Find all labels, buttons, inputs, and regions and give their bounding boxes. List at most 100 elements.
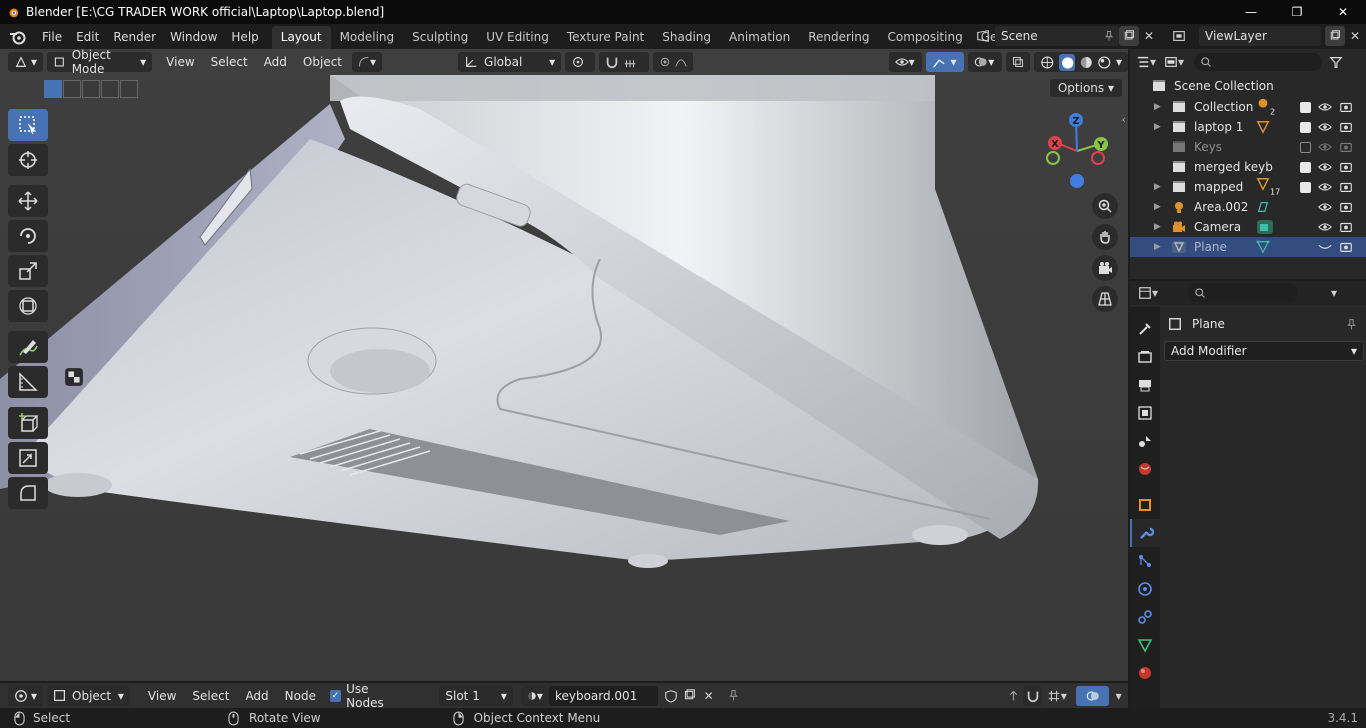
outliner-row-laptop[interactable]: ▶ laptop 1	[1130, 117, 1366, 137]
orientation-dropdown[interactable]: Global ▾	[458, 52, 562, 72]
snap-element-icon[interactable]: ▾	[1042, 686, 1072, 706]
eye-icon[interactable]	[1318, 100, 1332, 114]
maximize-button[interactable]: ❐	[1274, 0, 1320, 24]
scene-collection-row[interactable]: Scene Collection	[1130, 75, 1366, 97]
tool-transform[interactable]	[8, 290, 48, 322]
view-layer-name-field[interactable]: ViewLayer	[1199, 25, 1321, 46]
eye-icon[interactable]	[1318, 200, 1332, 214]
shader-menu-select[interactable]: Select	[184, 689, 237, 703]
tab-render[interactable]	[1130, 343, 1160, 371]
zoom-button[interactable]	[1092, 193, 1118, 219]
outliner-row-plane[interactable]: ▶ Plane	[1130, 237, 1366, 257]
tab-compositing[interactable]: Compositing	[878, 26, 971, 49]
tab-tool[interactable]	[1130, 315, 1160, 343]
viewport-menu-select[interactable]: Select	[203, 55, 256, 69]
overlays-button[interactable]: ▾	[968, 52, 1003, 72]
exclude-checkbox[interactable]	[1300, 101, 1311, 113]
eye-icon[interactable]	[1318, 160, 1332, 174]
tool-select-box[interactable]	[8, 109, 48, 141]
display-mode-button[interactable]: ▾	[1164, 52, 1184, 72]
tool-scale-cage[interactable]	[8, 442, 48, 474]
render-camera-icon[interactable]	[1339, 200, 1353, 214]
tool-cursor[interactable]	[8, 144, 48, 176]
menu-file[interactable]: File	[35, 26, 69, 48]
select-intersect-icon[interactable]	[120, 80, 138, 98]
options-dropdown[interactable]: Options ▾	[1049, 79, 1122, 97]
select-invert-icon[interactable]	[101, 80, 119, 98]
material-name-field[interactable]: keyboard.001	[548, 685, 658, 706]
pivot-point-button[interactable]	[565, 52, 595, 72]
select-extend-icon[interactable]	[63, 80, 81, 98]
minimize-button[interactable]: —	[1228, 0, 1274, 24]
outliner-editor-type-button[interactable]: ▾	[1136, 52, 1156, 72]
visibility-button[interactable]: ▾	[888, 52, 923, 72]
outliner-row-area[interactable]: ▶ Area.002	[1130, 197, 1366, 217]
tab-texture-paint[interactable]: Texture Paint	[558, 26, 653, 49]
snap-behavior-button[interactable]: ▾	[352, 52, 383, 72]
render-camera-icon[interactable]	[1339, 240, 1353, 254]
exclude-checkbox[interactable]	[1300, 161, 1311, 173]
shader-menu-node[interactable]: Node	[277, 689, 324, 703]
tool-shear[interactable]	[8, 477, 48, 509]
new-scene-icon[interactable]	[1119, 25, 1139, 46]
menu-window[interactable]: Window	[163, 26, 224, 48]
overlay-options-icon[interactable]: ▾	[1109, 686, 1128, 706]
exclude-checkbox[interactable]	[1300, 141, 1311, 153]
proportional-edit-button[interactable]	[652, 52, 693, 72]
menu-edit[interactable]: Edit	[69, 26, 106, 48]
delete-view-layer-icon[interactable]: ✕	[1345, 26, 1365, 46]
tab-world[interactable]	[1130, 455, 1160, 483]
tab-modeling[interactable]: Modeling	[331, 26, 404, 49]
parent-node-tree-icon[interactable]	[1005, 686, 1024, 706]
gizmo-neg-z-handle[interactable]	[1070, 174, 1084, 188]
outliner-row-collection[interactable]: ▶ Collection 2	[1130, 97, 1366, 117]
outliner-row-camera[interactable]: ▶ Camera	[1130, 217, 1366, 237]
gizmo-neg-x-handle[interactable]	[1091, 151, 1105, 165]
shader-editor-type-button[interactable]: ▾	[8, 685, 44, 706]
fake-user-icon[interactable]	[662, 686, 681, 706]
eye-hidden-icon[interactable]	[1318, 240, 1332, 254]
filter-button[interactable]	[1326, 52, 1346, 72]
tab-rendering[interactable]: Rendering	[799, 26, 878, 49]
pin-icon[interactable]	[1345, 318, 1358, 331]
properties-options-icon[interactable]: ▾	[1324, 283, 1344, 303]
exclude-checkbox[interactable]	[1300, 121, 1311, 133]
expand-arrow-icon[interactable]: ▶	[1154, 102, 1161, 112]
render-camera-icon[interactable]	[1339, 140, 1353, 154]
view-layer-icon[interactable]	[1169, 26, 1189, 46]
viewport-menu-object[interactable]: Object	[295, 55, 350, 69]
perspective-toggle-button[interactable]	[1092, 286, 1118, 312]
outliner-row-mapped[interactable]: ▶ mapped 17	[1130, 177, 1366, 197]
viewport-menu-view[interactable]: View	[158, 55, 202, 69]
rendered-shading-icon[interactable]	[1097, 55, 1112, 70]
tab-output[interactable]	[1130, 371, 1160, 399]
tab-object[interactable]	[1130, 491, 1160, 519]
shader-menu-view[interactable]: View	[140, 689, 184, 703]
tool-add-cube[interactable]	[8, 407, 48, 439]
expand-arrow-icon[interactable]: ▶	[1154, 122, 1161, 132]
editor-type-button[interactable]: ▾	[8, 52, 44, 72]
tool-move[interactable]	[8, 185, 48, 217]
render-camera-icon[interactable]	[1339, 100, 1353, 114]
tab-particles[interactable]	[1130, 547, 1160, 575]
tab-material[interactable]	[1130, 659, 1160, 687]
gizmo-toggle-button[interactable]: ▾	[926, 52, 965, 72]
eye-icon[interactable]	[1318, 120, 1332, 134]
tab-data[interactable]	[1130, 631, 1160, 659]
render-camera-icon[interactable]	[1339, 120, 1353, 134]
expand-arrow-icon[interactable]: ▶	[1154, 242, 1161, 252]
tab-view-layer[interactable]	[1130, 399, 1160, 427]
use-nodes-toggle[interactable]: ✓ Use Nodes	[330, 682, 405, 710]
render-camera-icon[interactable]	[1339, 220, 1353, 234]
navigation-gizmo[interactable]: X Y Z	[1040, 109, 1120, 199]
eye-icon[interactable]	[1318, 220, 1332, 234]
duplicate-material-icon[interactable]	[681, 686, 700, 706]
render-camera-icon[interactable]	[1339, 160, 1353, 174]
wireframe-shading-icon[interactable]	[1040, 55, 1055, 70]
tab-sculpting[interactable]: Sculpting	[403, 26, 477, 49]
use-nodes-checkbox[interactable]: ✓	[330, 689, 342, 702]
properties-editor-type-button[interactable]: ▾	[1138, 283, 1158, 303]
snap-toggle-icon[interactable]	[1023, 685, 1042, 706]
shader-type-dropdown[interactable]: Object ▾	[47, 685, 130, 706]
select-new-icon[interactable]	[44, 80, 62, 98]
